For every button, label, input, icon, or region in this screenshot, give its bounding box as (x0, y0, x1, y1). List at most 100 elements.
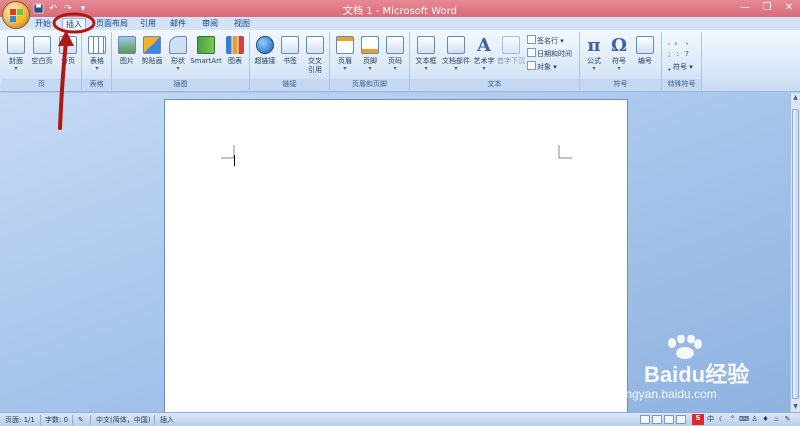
shapes-button[interactable]: 形状 ▾ (166, 34, 190, 79)
system-tray: S 中 ☾ ° ⌨ ♙ ♦ ♨ ✎ (692, 413, 792, 426)
signature-icon (527, 35, 536, 44)
wrench-icon[interactable]: ✎ (783, 415, 792, 424)
status-divider (72, 415, 73, 425)
ime-language-indicator[interactable]: 中 (706, 415, 715, 424)
drop-cap-button[interactable]: 首字下沉 (496, 34, 526, 79)
crop-mark-top-left (221, 145, 235, 159)
bookmark-button[interactable]: 书签 (279, 34, 301, 79)
outline-view-icon[interactable] (676, 415, 686, 424)
tab-review[interactable]: 审阅 (198, 18, 222, 30)
chevron-down-icon: ▾ (592, 65, 596, 72)
scroll-thumb[interactable] (792, 109, 799, 399)
group-symbols: π 公式 ▾ Ω 符号 ▾ 编号 符号 (580, 32, 662, 90)
tab-page-layout[interactable]: 页面布局 (93, 18, 131, 30)
close-icon[interactable]: ✕ (782, 2, 796, 14)
scroll-up-icon[interactable]: ▲ (791, 93, 800, 103)
chevron-down-icon: ▾ (368, 65, 372, 72)
skin-icon[interactable]: ♨ (772, 415, 781, 424)
chart-button[interactable]: 图表 (223, 34, 247, 79)
footer-icon (361, 36, 379, 54)
moon-icon[interactable]: ☾ (717, 415, 726, 424)
keyboard-icon[interactable]: ⌨ (739, 415, 749, 424)
drop-cap-icon (502, 36, 520, 54)
group-label-header-footer: 页眉和页脚 (330, 79, 409, 90)
page-number-button[interactable]: 页码 ▾ (383, 34, 407, 79)
date-time-button[interactable]: 日期和时间 (527, 48, 572, 59)
smartart-icon (197, 36, 215, 54)
punctuation-icon[interactable]: ° (728, 415, 737, 424)
hyperlink-button[interactable]: 超链接 (252, 34, 278, 79)
restore-icon[interactable]: ❐ (760, 2, 774, 14)
print-layout-view-icon[interactable] (640, 415, 650, 424)
wordart-button[interactable]: A 艺术字 ▾ (472, 34, 496, 79)
tab-mailings[interactable]: 邮件 (167, 18, 189, 30)
special-symbol-button[interactable]: ❟ 符号 ▾ (668, 62, 693, 73)
footer-button[interactable]: 页脚 ▾ (358, 34, 382, 79)
office-button[interactable] (2, 1, 30, 29)
full-screen-view-icon[interactable] (652, 415, 662, 424)
chevron-down-icon: ▾ (95, 65, 99, 72)
blank-page-button[interactable]: 空白页 (29, 34, 55, 79)
user-icon[interactable]: ♙ (750, 415, 759, 424)
tab-insert[interactable]: 插入 (62, 18, 86, 30)
clipart-button[interactable]: 剪贴画 (139, 34, 165, 79)
table-button[interactable]: 表格 ▾ (84, 34, 110, 79)
special-symbols-row-1[interactable]: , 。 、 (668, 37, 694, 48)
bookmark-icon (281, 36, 299, 54)
chevron-down-icon: ▾ (176, 65, 180, 72)
cross-reference-button[interactable]: 交叉 引用 (303, 34, 327, 79)
vertical-scrollbar[interactable]: ▲ ▼ (790, 93, 800, 412)
picture-icon (118, 36, 136, 54)
status-word-count[interactable]: 字数: 0 (45, 415, 68, 425)
numbering-button[interactable]: 编号 (632, 34, 658, 79)
status-insert-mode[interactable]: 插入 (160, 415, 174, 425)
table-icon (88, 36, 106, 54)
group-text: 文本框 ▾ 文档部件 ▾ A 艺术字 ▾ 首字下沉 签名行 ▾ 日期和时间 对象… (410, 32, 580, 90)
textbox-button[interactable]: 文本框 ▾ (413, 34, 439, 79)
tab-references[interactable]: 引用 (137, 18, 159, 30)
signature-line-button[interactable]: 签名行 ▾ (527, 35, 564, 46)
page-break-button[interactable]: 分页 (56, 34, 80, 79)
equation-button[interactable]: π 公式 ▾ (582, 34, 606, 79)
watermark-brand: Baidu经验 (644, 362, 750, 387)
chart-icon (226, 36, 244, 54)
tab-home[interactable]: 开始 (30, 18, 56, 30)
cross-reference-icon (306, 36, 324, 54)
header-button[interactable]: 页眉 ▾ (333, 34, 357, 79)
status-divider (40, 415, 41, 425)
status-language[interactable]: 中文(简体，中国) (96, 415, 150, 425)
quick-parts-button[interactable]: 文档部件 ▾ (440, 34, 472, 79)
office-logo-icon (10, 9, 24, 23)
spellcheck-icon[interactable]: ✎ (78, 415, 84, 425)
chevron-down-icon: ▾ (393, 65, 397, 72)
minimize-icon[interactable]: — (738, 2, 752, 14)
tab-view[interactable]: 视图 (230, 18, 254, 30)
textbox-icon (417, 36, 435, 54)
settings-icon[interactable]: ♦ (761, 415, 770, 424)
symbol-button[interactable]: Ω 符号 ▾ (607, 34, 631, 79)
smartart-button[interactable]: SmartArt (190, 34, 222, 79)
cover-button[interactable]: 封面 ▾ (4, 34, 28, 79)
pi-icon: π (587, 35, 601, 56)
group-pages: 封面 ▾ 空白页 分页 页 (2, 32, 82, 90)
crop-mark-top-right (558, 145, 572, 159)
chevron-down-icon: ▾ (454, 65, 458, 72)
group-illustrations: 图片 剪贴画 形状 ▾ SmartArt 图表 插图 (112, 32, 250, 90)
chevron-down-icon: ▾ (617, 65, 621, 72)
scroll-down-icon[interactable]: ▼ (791, 402, 800, 412)
status-page[interactable]: 页面: 1/1 (5, 415, 35, 425)
group-label-special-symbols: 特殊符号 (662, 79, 701, 90)
status-divider (90, 415, 91, 425)
document-page[interactable] (164, 99, 628, 412)
text-cursor (234, 155, 235, 166)
sogou-ime-icon[interactable]: S (692, 414, 704, 425)
watermark-url: jingyan.baidu.com (620, 387, 717, 401)
group-label-tables: 表格 (82, 79, 111, 90)
web-layout-view-icon[interactable] (664, 415, 674, 424)
group-header-footer: 页眉 ▾ 页脚 ▾ 页码 ▾ 页眉和页脚 (330, 32, 410, 90)
object-button[interactable]: 对象 ▾ (527, 61, 557, 72)
object-icon (527, 61, 536, 70)
special-symbols-row-2[interactable]: ; : ? (668, 49, 691, 60)
group-label-text: 文本 (410, 79, 579, 90)
picture-button[interactable]: 图片 (116, 34, 138, 79)
